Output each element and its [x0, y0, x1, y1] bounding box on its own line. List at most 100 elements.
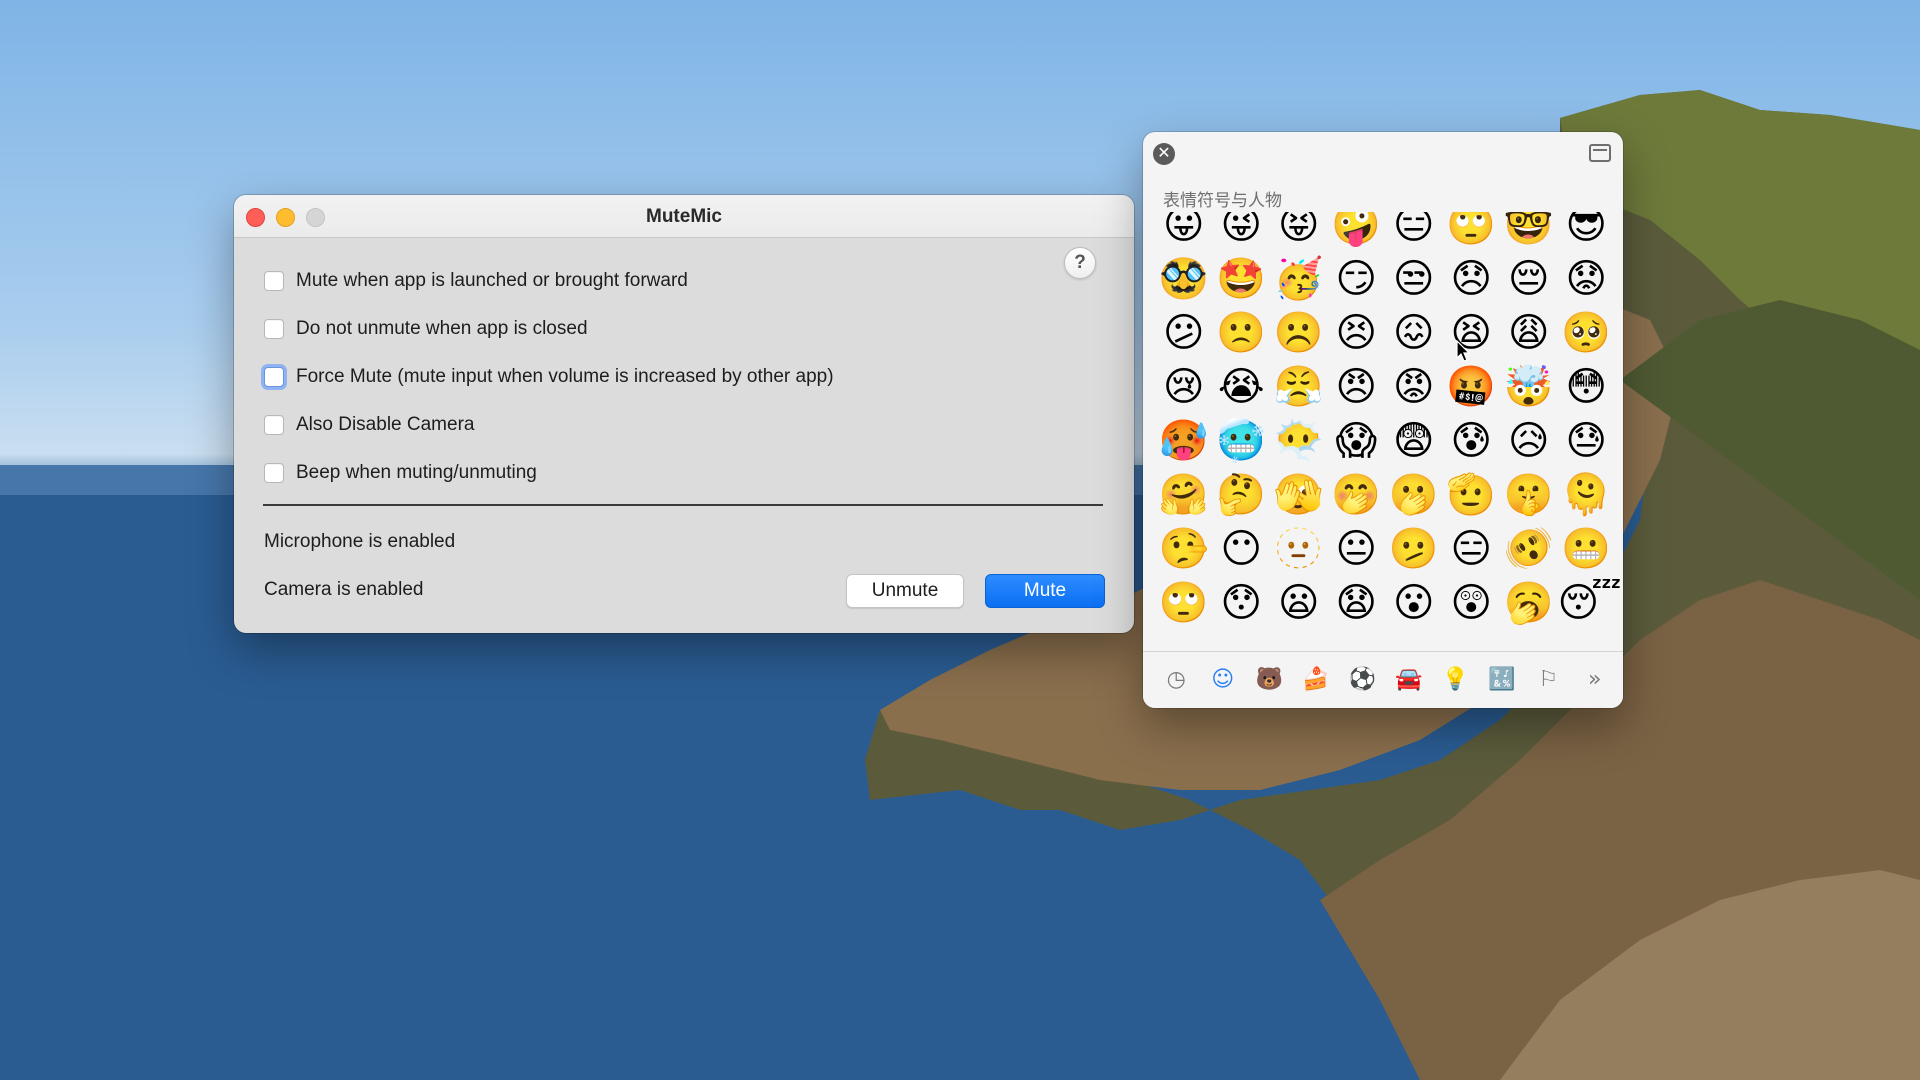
category-tab-animals-nature-icon[interactable]: 🐻 [1246, 660, 1293, 700]
emoji-cell[interactable]: 😝 [1270, 212, 1328, 252]
emoji-cell[interactable]: 🫨 [1500, 522, 1558, 576]
emoji-cell[interactable]: 🤫 [1500, 468, 1558, 522]
emoji-cell[interactable]: 😢 [1155, 360, 1213, 414]
emoji-cell[interactable]: 😏 [1328, 252, 1386, 306]
emoji-cell[interactable]: 😥 [1500, 414, 1558, 468]
emoji-cell[interactable]: 😑 [1443, 522, 1501, 576]
emoji-cell[interactable]: 😓 [1558, 414, 1616, 468]
option-no-unmute-on-close[interactable]: Do not unmute when app is closed [264, 315, 588, 343]
category-tab-travel-places-icon[interactable]: 🚘 [1386, 660, 1433, 700]
category-tab-recent-icon[interactable]: ◷ [1153, 660, 1200, 700]
beep-checkbox[interactable] [264, 463, 284, 483]
emoji-cell[interactable]: 😖 [1385, 306, 1443, 360]
emoji-cell[interactable]: 😡 [1385, 360, 1443, 414]
force-mute-checkbox[interactable] [264, 367, 284, 387]
mute-button[interactable]: Mute [985, 574, 1105, 608]
option-mute-on-launch[interactable]: Mute when app is launched or brought for… [264, 267, 688, 295]
emoji-cell[interactable]: 😔 [1500, 252, 1558, 306]
emoji-cell[interactable]: 😫 [1443, 306, 1501, 360]
emoji-cell[interactable]: 🥱 [1500, 576, 1558, 628]
emoji-cell[interactable]: 🫢 [1385, 468, 1443, 522]
window-title: MuteMic [646, 206, 722, 227]
emoji-cell[interactable]: 🥳 [1270, 252, 1328, 306]
emoji-cell[interactable]: 😑 [1385, 212, 1443, 252]
emoji-cell[interactable]: 🤯 [1500, 360, 1558, 414]
category-tab-activity-icon[interactable]: ⚽ [1339, 660, 1386, 700]
emoji-cell[interactable]: 😒 [1385, 252, 1443, 306]
option-label: Do not unmute when app is closed [296, 318, 588, 339]
unmute-button[interactable]: Unmute [846, 574, 964, 608]
option-force-mute[interactable]: Force Mute (mute input when volume is in… [264, 363, 834, 391]
emoji-cell[interactable]: 😭 [1213, 360, 1271, 414]
category-tab-more-icon[interactable]: » [1572, 660, 1619, 700]
emoji-cell[interactable]: ☹️ [1270, 306, 1328, 360]
emoji-cell[interactable]: 😧 [1328, 576, 1386, 628]
emoji-cell[interactable]: 🤔 [1213, 468, 1271, 522]
emoji-cell[interactable]: 🙄 [1155, 576, 1213, 628]
emoji-cell[interactable]: 😶‍🌫️ [1270, 414, 1328, 468]
emoji-cell[interactable]: 🙄 [1443, 212, 1501, 252]
emoji-cell[interactable]: 😬 [1558, 522, 1616, 576]
mute-on-launch-checkbox[interactable] [264, 271, 284, 291]
emoji-cell[interactable]: 😮 [1385, 576, 1443, 628]
category-title: 表情符号与人物 [1163, 191, 1282, 210]
emoji-cell[interactable]: 😎 [1558, 212, 1616, 252]
camera-status: Camera is enabled [264, 579, 424, 600]
emoji-cell[interactable]: 😰 [1443, 414, 1501, 468]
emoji-cell[interactable]: 😐 [1328, 522, 1386, 576]
emoji-cell[interactable]: 😨 [1385, 414, 1443, 468]
emoji-grid-scroll[interactable]: 😛 😜 😝 🤪 😑 🙄 🤓 😎 🥸 🤩 🥳 😏 😒 😞 😔 😟 😕 🙁 ☹️ 😣 😖 😫 😩 🥺 😢 😭 😤 😠 😡 🤬 🤯 😳 🥵 🥶 😶‍🌫️ 😱… [1143, 212, 1623, 628]
emoji-cell[interactable]: 😞 [1443, 252, 1501, 306]
emoji-cell[interactable]: 🫣 [1270, 468, 1328, 522]
emoji-cell[interactable]: 😲 [1443, 576, 1501, 628]
emoji-cell[interactable]: 😱 [1328, 414, 1386, 468]
emoji-cell[interactable]: 🙁 [1213, 306, 1271, 360]
emoji-cell[interactable]: 🤭 [1328, 468, 1386, 522]
category-tab-flags-icon[interactable]: ⚐ [1525, 660, 1572, 700]
disable-camera-checkbox[interactable] [264, 415, 284, 435]
emoji-cell[interactable]: 🥵 [1155, 414, 1213, 468]
help-button[interactable]: ? [1064, 247, 1096, 279]
emoji-cell[interactable]: 🫤 [1385, 522, 1443, 576]
emoji-cell[interactable]: 😟 [1558, 252, 1616, 306]
title-bar[interactable]: MuteMic [234, 195, 1134, 238]
emoji-cell[interactable]: 😯 [1213, 576, 1271, 628]
emoji-cell[interactable]: 😳 [1558, 360, 1616, 414]
emoji-grid: 😛 😜 😝 🤪 😑 🙄 🤓 😎 🥸 🤩 🥳 😏 😒 😞 😔 😟 😕 🙁 ☹️ 😣 😖 😫 😩 🥺 😢 😭 😤 😠 😡 🤬 🤯 😳 🥵 🥶 😶‍🌫️ 😱… [1155, 212, 1622, 628]
emoji-cell[interactable]: 🤪 [1328, 212, 1386, 252]
emoji-cell[interactable]: 😜 [1213, 212, 1271, 252]
emoji-cell[interactable]: 😕 [1155, 306, 1213, 360]
option-disable-camera[interactable]: Also Disable Camera [264, 411, 474, 439]
category-tab-symbols-icon[interactable]: 🔣 [1479, 660, 1526, 700]
emoji-cell[interactable]: 🫡 [1443, 468, 1501, 522]
no-unmute-on-close-checkbox[interactable] [264, 319, 284, 339]
emoji-cell[interactable]: 🤩 [1213, 252, 1271, 306]
emoji-cell[interactable]: 😣 [1328, 306, 1386, 360]
close-icon[interactable]: ✕ [1153, 143, 1175, 165]
emoji-cell[interactable]: 😦 [1270, 576, 1328, 628]
emoji-cell[interactable]: 😶 [1213, 522, 1271, 576]
emoji-cell[interactable]: 🫠 [1558, 468, 1616, 522]
microphone-status: Microphone is enabled [264, 531, 456, 552]
emoji-cell[interactable]: 😩 [1500, 306, 1558, 360]
emoji-cell[interactable]: 🤬 [1443, 360, 1501, 414]
option-beep[interactable]: Beep when muting/unmuting [264, 459, 537, 487]
emoji-cell[interactable]: 🤓 [1500, 212, 1558, 252]
emoji-cell[interactable]: 😤 [1270, 360, 1328, 414]
emoji-cell[interactable]: 😴 [1558, 576, 1622, 628]
emoji-cell[interactable]: 😠 [1328, 360, 1386, 414]
emoji-cell[interactable]: 🥺 [1558, 306, 1616, 360]
emoji-cell[interactable]: 😛 [1155, 212, 1213, 252]
category-tab-smileys-people-icon[interactable]: ☺ [1200, 660, 1247, 700]
emoji-cell[interactable]: 🥶 [1213, 414, 1271, 468]
emoji-cell[interactable]: 🤗 [1155, 468, 1213, 522]
separator [263, 504, 1103, 506]
option-label: Also Disable Camera [296, 414, 475, 435]
option-label: Mute when app is launched or brought for… [296, 270, 688, 291]
emoji-cell[interactable]: 🤥 [1155, 522, 1213, 576]
category-tab-food-drink-icon[interactable]: 🍰 [1293, 660, 1340, 700]
emoji-cell[interactable]: 🫥 [1270, 522, 1328, 576]
emoji-cell[interactable]: 🥸 [1155, 252, 1213, 306]
expand-to-character-viewer-icon[interactable] [1589, 144, 1611, 162]
category-tab-objects-icon[interactable]: 💡 [1432, 660, 1479, 700]
